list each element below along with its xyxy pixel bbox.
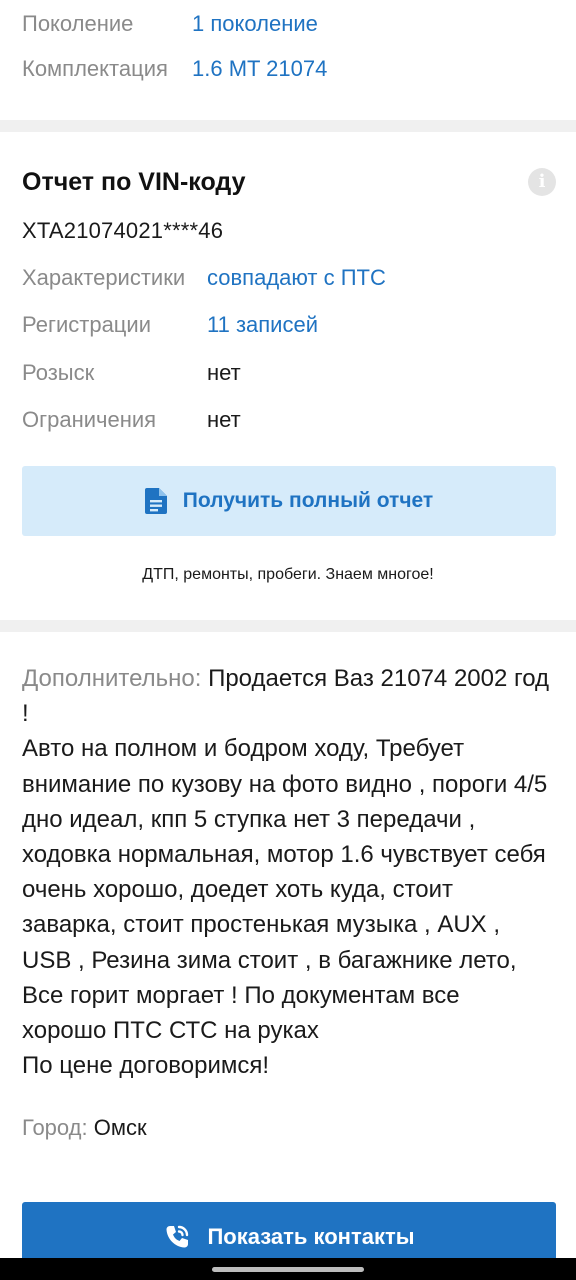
show-contacts-label: Показать контакты bbox=[207, 1224, 415, 1249]
description-body: Продается Ваз 21074 2002 год ! Авто на п… bbox=[22, 665, 550, 1080]
specs-label: Характеристики bbox=[22, 265, 186, 290]
specs-value[interactable]: совпадают с ПТС bbox=[207, 265, 386, 290]
section-divider-2 bbox=[0, 620, 576, 632]
vin-row-registrations: Регистрации 11 записей bbox=[22, 310, 318, 340]
vin-row-specs: Характеристики совпадают с ПТС bbox=[22, 263, 386, 293]
phone-icon bbox=[166, 1225, 189, 1248]
report-hint: ДТП, ремонты, пробеги. Знаем многое! bbox=[142, 566, 434, 583]
city-value: Омск bbox=[93, 1115, 147, 1140]
vin-row-restrictions: Ограничения нет bbox=[22, 405, 241, 435]
generation-value[interactable]: 1 поколение bbox=[192, 11, 318, 36]
document-icon bbox=[144, 488, 167, 514]
vin-row-wanted: Розыск нет bbox=[22, 358, 241, 388]
vin-code: XTA21074021****46 bbox=[22, 218, 224, 243]
city-label: Город: bbox=[22, 1115, 94, 1140]
restrictions-value: нет bbox=[207, 407, 241, 432]
description-text: Дополнительно: Продается Ваз 21074 2002 … bbox=[22, 661, 550, 1083]
wanted-value: нет bbox=[207, 360, 241, 385]
section-divider bbox=[0, 120, 576, 132]
registrations-value[interactable]: 11 записей bbox=[207, 312, 318, 337]
trim-row: Комплектация 1.6 MT 21074 bbox=[22, 54, 327, 84]
get-full-report-label: Получить полный отчет bbox=[182, 489, 434, 512]
restrictions-label: Ограничения bbox=[22, 407, 157, 432]
get-full-report-button[interactable]: Получить полный отчет bbox=[22, 466, 556, 536]
description-label: Дополнительно: bbox=[22, 665, 209, 692]
info-icon[interactable]: i bbox=[528, 168, 556, 196]
trim-label: Комплектация bbox=[22, 56, 168, 81]
generation-label: Поколение bbox=[22, 11, 134, 36]
gesture-handle[interactable] bbox=[212, 1267, 364, 1272]
vin-report-title: Отчет по VIN-коду bbox=[22, 168, 246, 196]
city-row: Город: Омск bbox=[22, 1113, 147, 1143]
trim-value[interactable]: 1.6 MT 21074 bbox=[192, 56, 327, 81]
wanted-label: Розыск bbox=[22, 360, 95, 385]
registrations-label: Регистрации bbox=[22, 312, 151, 337]
generation-row: Поколение 1 поколение bbox=[22, 9, 318, 39]
